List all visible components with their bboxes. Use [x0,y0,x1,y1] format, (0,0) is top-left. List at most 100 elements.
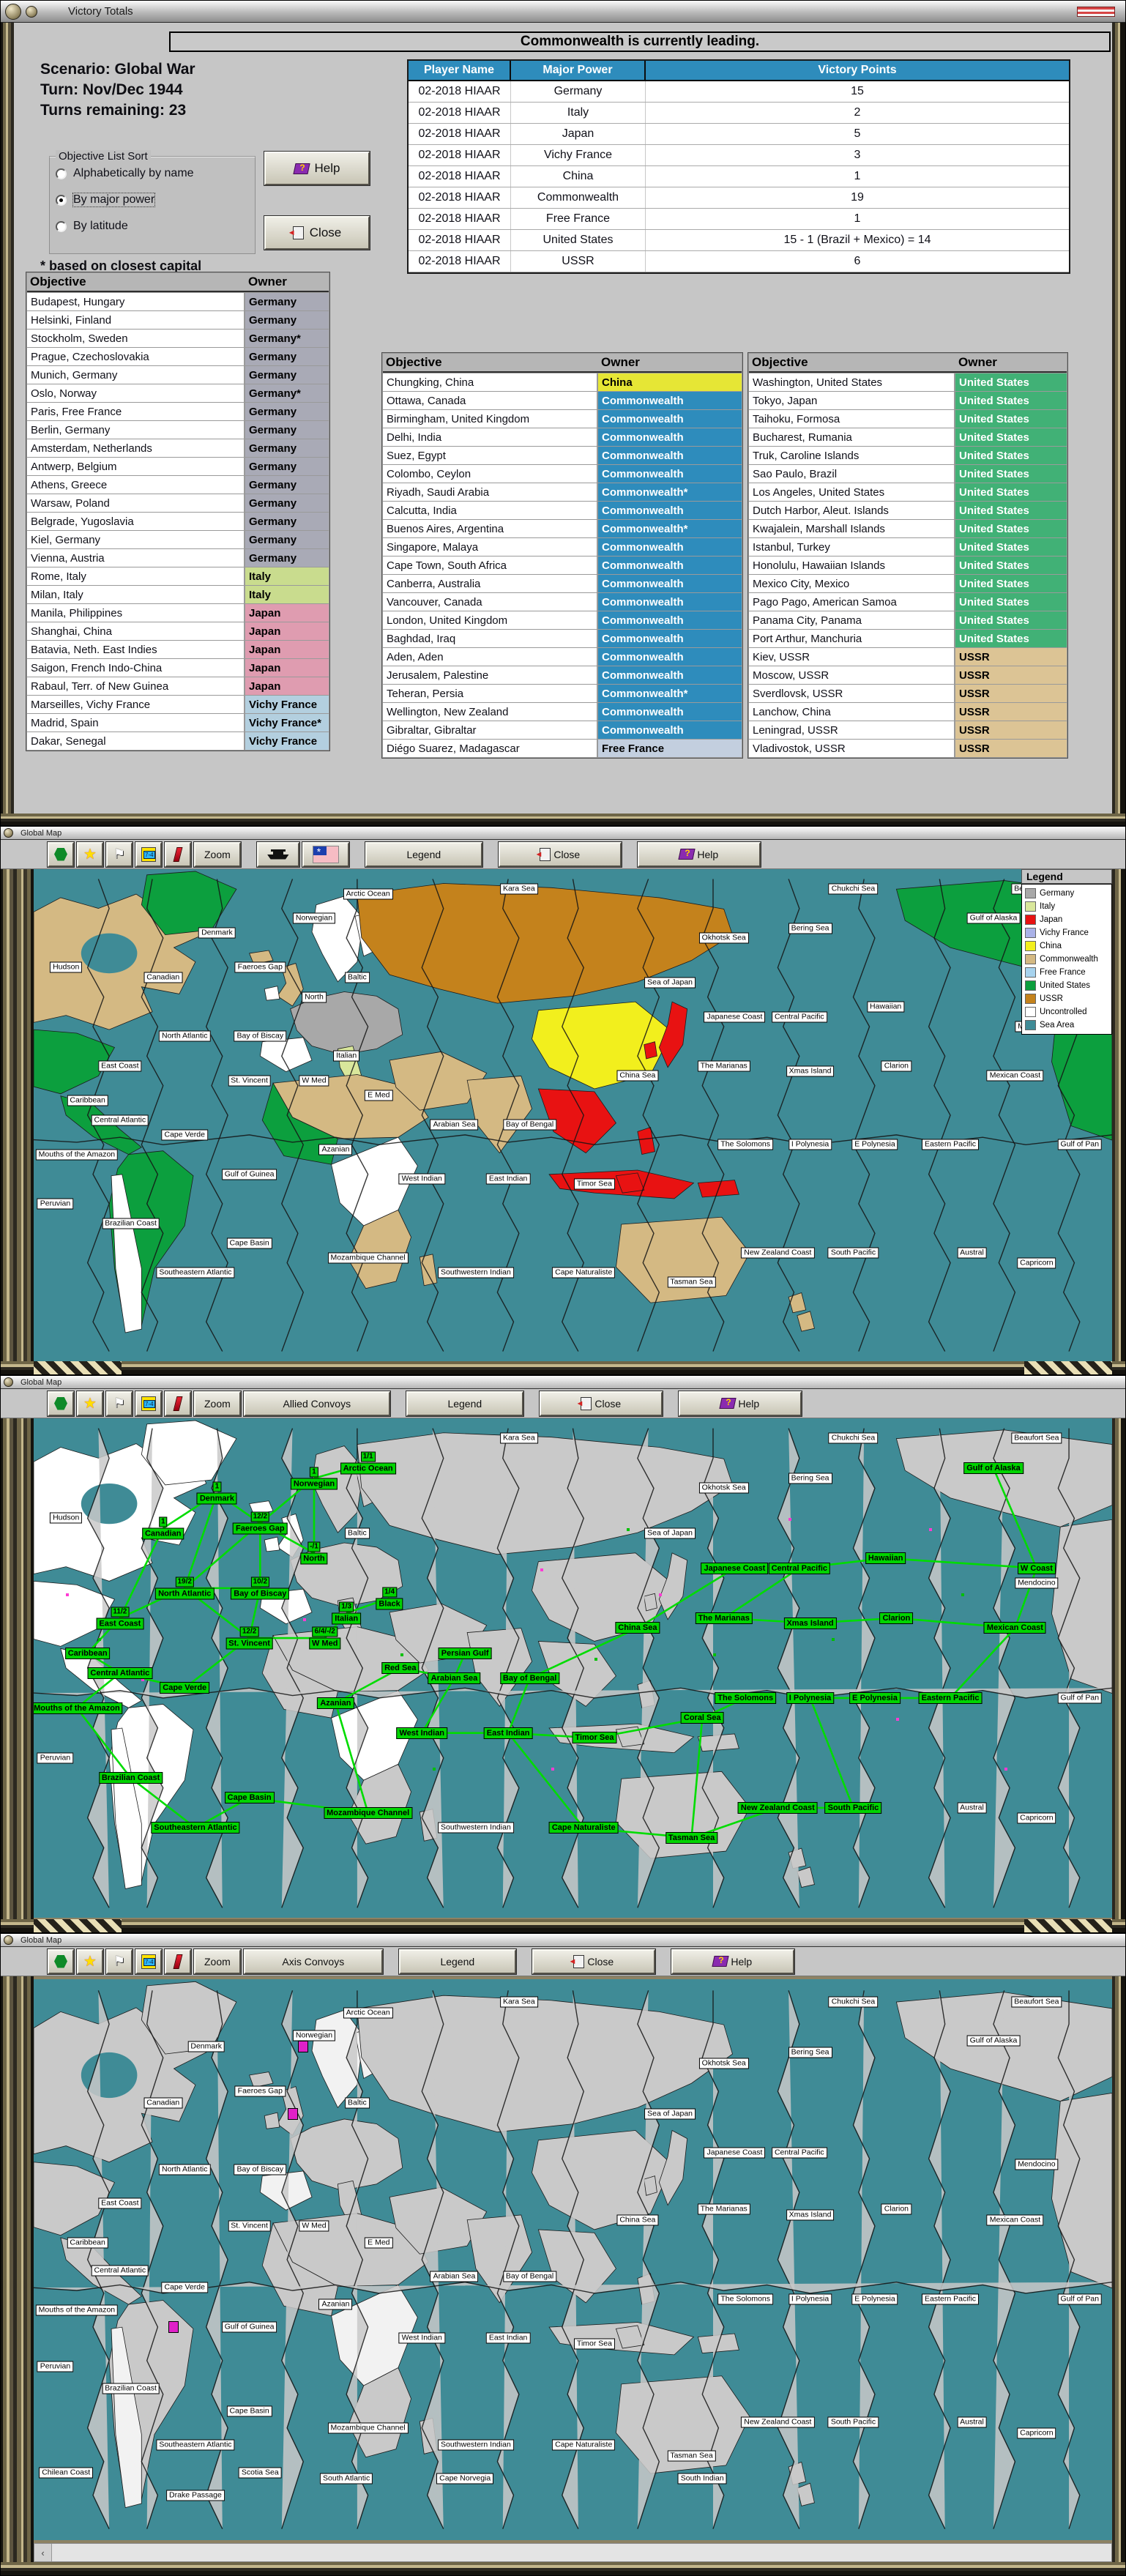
convoy-node[interactable]: Red Sea [381,1662,420,1674]
flag-button[interactable]: ⚑ [105,841,133,868]
convoy-node[interactable]: Central Atlantic [87,1667,153,1679]
convoy-node[interactable]: Arabian Sea [428,1672,481,1684]
convoy-node[interactable]: Persian Gulf [438,1647,492,1659]
convoy-node[interactable]: Cape Naturaliste [548,1822,619,1834]
convoy-node[interactable]: Southeastern Atlantic [151,1822,240,1834]
convoy-node[interactable]: Azanian [317,1697,354,1709]
convoy-node[interactable]: The Solomons [715,1691,777,1704]
combat-button[interactable]: ★ [76,1948,104,1975]
zoom-button[interactable]: Zoom [193,1948,242,1975]
axis-convoy-marker[interactable] [287,2107,298,2120]
radio-alphabetical[interactable]: Alphabetically by name [56,160,249,187]
hex-counter-button[interactable] [47,841,75,868]
marker-button[interactable] [164,1390,192,1417]
convoy-node[interactable]: Xmas Island [783,1617,837,1629]
radio-by-latitude[interactable]: By latitude [56,213,249,239]
world-map-axis-convoys[interactable]: Arctic Ocean Kara Sea Chukchi Sea Beaufort … [34,1979,1112,2540]
hex-counter-button[interactable] [47,1390,75,1417]
convoy-node[interactable]: Gulf of Alaska [963,1462,1024,1475]
naval-units-button[interactable] [256,841,300,868]
convoy-node[interactable]: 1/4 Black [376,1587,403,1610]
convoy-node[interactable]: New Zealand Coast [737,1801,818,1814]
convoy-node[interactable]: Caribbean [64,1647,111,1659]
window-minimize-icon[interactable] [26,5,37,18]
axis-convoy-marker[interactable] [298,2040,309,2052]
zoom-button[interactable]: Zoom [193,841,242,868]
convoy-node[interactable]: Mexican Coast [983,1622,1046,1634]
combat-button[interactable]: ★ [76,1390,104,1417]
marker-button[interactable] [164,1948,192,1975]
convoy-node[interactable]: 12/2 St. Vincent [225,1626,273,1650]
map-close-button[interactable]: Close [531,1948,656,1975]
flag-button[interactable]: ⚑ [105,1390,133,1417]
map-close-button[interactable]: Close [497,841,622,868]
legend-button[interactable]: Legend [405,1390,524,1417]
close-button[interactable]: Close [264,215,370,250]
map-window-titlebar[interactable]: Global Map [1,1934,1125,1947]
convoy-node[interactable]: East Indian [483,1727,533,1739]
convoy-node[interactable]: Eastern Pacific [918,1691,983,1704]
marker-button[interactable] [164,841,192,868]
map-close-button[interactable]: Close [538,1390,663,1417]
radio-icon[interactable] [56,194,67,206]
convoy-node[interactable]: 1 Canadian [141,1516,184,1540]
legend-button[interactable]: Legend [398,1948,517,1975]
convoy-node[interactable]: The Marianas [695,1612,753,1624]
convoy-node[interactable]: 11/2 East Coast [96,1607,144,1630]
world-map-allied-convoys[interactable]: Kara Sea Chukchi Sea Beaufort Sea Hudson Bal… [34,1418,1112,1918]
radio-icon[interactable] [56,168,67,179]
convoy-node[interactable]: Clarion [879,1612,914,1624]
convoy-node[interactable]: 6/4/-/2 W Med [308,1626,341,1650]
scroll-left-icon[interactable]: ‹ [34,2544,52,2561]
window-knob-icon[interactable] [4,828,13,838]
map-help-button[interactable]: Help [670,1948,795,1975]
help-button[interactable]: Help [264,151,370,186]
convoy-node[interactable]: 1/3 Italian [332,1601,362,1625]
convoy-node[interactable]: 1/1 Arctic Ocean [340,1451,396,1475]
convoy-node[interactable]: Hawaiian [865,1552,906,1564]
window-knob-icon[interactable] [4,1377,13,1387]
zoom-button[interactable]: Zoom [193,1390,242,1417]
combat-button[interactable]: ★ [76,841,104,868]
map-window-titlebar[interactable]: Global Map [1,827,1125,840]
convoy-node[interactable]: -/1 North [300,1541,328,1565]
convoy-node[interactable]: West Indian [396,1727,448,1739]
convoy-node[interactable]: Japanese Coast [701,1562,769,1574]
convoy-node[interactable]: I Polynesia [786,1691,835,1704]
convoy-node[interactable]: 19/2 North Atlantic [155,1577,215,1600]
convoy-node[interactable]: Cape Verde [160,1682,210,1694]
convoy-node[interactable]: Mouths of the Amazon [34,1702,123,1714]
convoy-node[interactable]: E Polynesia [849,1691,901,1704]
convoy-node[interactable]: 1 Denmark [196,1481,237,1505]
convoy-node[interactable]: Cape Basin [224,1792,275,1804]
convoy-node[interactable]: 10/2 Bay of Biscay [231,1577,290,1600]
axis-convoys-button[interactable]: Axis Convoys [242,1948,384,1975]
convoy-node[interactable]: W Coast [1017,1562,1056,1574]
convoy-node[interactable]: Coral Sea [680,1712,724,1724]
window-knob-icon[interactable] [4,1935,13,1945]
map-help-button[interactable]: Help [636,841,761,868]
turn-track-button[interactable] [135,841,163,868]
nationality-flag-button[interactable] [301,841,350,868]
convoy-node[interactable]: Central Pacific [768,1562,831,1574]
allied-convoys-button[interactable]: Allied Convoys [242,1390,391,1417]
flag-button[interactable]: ⚑ [105,1948,133,1975]
horizontal-scrollbar[interactable]: ‹ [34,2543,1112,2562]
convoy-node[interactable]: Tasman Sea [665,1831,718,1844]
window-knob-icon[interactable] [5,3,21,20]
convoy-node[interactable]: Brazilian Coast [98,1772,163,1784]
map-window-titlebar[interactable]: Global Map [1,1376,1125,1389]
axis-convoy-marker[interactable] [168,2320,179,2333]
convoy-node[interactable]: 1 Norwegian [290,1467,338,1490]
turn-track-button[interactable] [135,1948,163,1975]
convoy-node[interactable]: Bay of Bengal [499,1672,560,1684]
convoy-node[interactable]: 12/2 Faeroes Gap [233,1511,288,1535]
radio-by-major-power[interactable]: By major power [56,187,249,213]
convoy-node[interactable]: South Pacific [824,1801,882,1814]
convoy-node[interactable]: China Sea [615,1622,660,1634]
map-help-button[interactable]: Help [677,1390,802,1417]
legend-button[interactable]: Legend [364,841,483,868]
turn-track-button[interactable] [135,1390,163,1417]
victory-window-titlebar[interactable]: Victory Totals [1,1,1125,23]
radio-icon[interactable] [56,220,67,232]
